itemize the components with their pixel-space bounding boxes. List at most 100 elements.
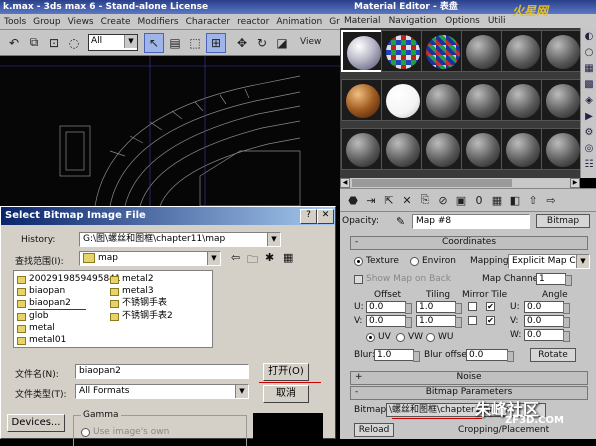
v-offset-spinner[interactable]: 0.0 (366, 315, 412, 328)
material-slot[interactable] (421, 30, 463, 72)
perspective-viewport[interactable] (0, 56, 340, 206)
slots-scrollbar[interactable]: ◀ ▶ (340, 178, 580, 188)
cancel-button[interactable]: 取消 (263, 385, 309, 403)
help-icon[interactable]: ? (300, 209, 317, 224)
bitmap-parameters-rollout-header[interactable]: - Bitmap Parameters (350, 386, 588, 400)
material-slot[interactable] (541, 128, 583, 170)
options-icon[interactable]: ⚙ (582, 126, 596, 140)
reference-coordinate-dropdown[interactable]: View (296, 35, 340, 49)
menu-modifiers[interactable]: Modifiers (138, 17, 179, 27)
material-slot[interactable] (341, 79, 383, 121)
menu-reactor[interactable]: reactor (237, 17, 269, 27)
me-menu-options[interactable]: Options (445, 16, 480, 26)
scroll-right-icon[interactable]: ▶ (570, 178, 580, 188)
link-icon[interactable]: ⧉ (25, 34, 43, 52)
material-effects-channel-icon[interactable]: 0 (471, 191, 487, 209)
material-slot[interactable] (341, 30, 383, 72)
up-folder-icon[interactable]: 🗀 (247, 251, 258, 270)
bind-space-warp-icon[interactable]: ◌ (65, 34, 83, 52)
material-slot[interactable] (341, 128, 383, 170)
scale-icon[interactable]: ◪ (273, 34, 291, 52)
vw-radio[interactable] (396, 333, 405, 342)
history-dropdown[interactable]: G:\图\螺丝和图框\chapter11\map ▼ (79, 232, 281, 247)
mapping-dropdown[interactable]: Explicit Map Channel▼ (508, 254, 590, 269)
map-channel-spinner[interactable]: 1 (536, 273, 572, 286)
close-icon[interactable]: ✕ (317, 209, 334, 224)
material-slot[interactable] (461, 30, 503, 72)
file-type-dropdown[interactable]: All Formats ▼ (75, 384, 249, 399)
backlight-icon[interactable]: ○ (582, 46, 596, 60)
scroll-left-icon[interactable]: ◀ (340, 178, 350, 188)
scroll-thumb[interactable] (352, 179, 512, 187)
unlink-icon[interactable]: ⊡ (45, 34, 63, 52)
u-angle-spinner[interactable]: 0.0 (524, 301, 570, 314)
me-menu-utilities[interactable]: Utili (488, 16, 506, 26)
material-slot[interactable] (501, 79, 543, 121)
assign-material-icon[interactable]: ⇱ (381, 191, 397, 209)
background-icon[interactable]: ▦ (582, 62, 596, 76)
material-slot[interactable] (381, 79, 423, 121)
go-forward-to-sibling-icon[interactable]: ⇨ (543, 191, 559, 209)
get-material-icon[interactable]: ⬣ (345, 191, 361, 209)
material-slot[interactable] (421, 128, 463, 170)
new-folder-icon[interactable]: ✱ (265, 251, 274, 264)
list-item[interactable]: metal2 (110, 274, 154, 285)
u-offset-spinner[interactable]: 0.0 (366, 301, 412, 314)
list-item[interactable]: 不锈钢手表 (110, 298, 167, 309)
list-item[interactable]: metal (17, 323, 55, 334)
undo-icon[interactable]: ↶ (5, 34, 23, 52)
menu-group[interactable]: Group (33, 17, 60, 27)
put-to-library-icon[interactable]: ▣ (453, 191, 469, 209)
material-slot[interactable] (461, 128, 503, 170)
rotate-button[interactable]: Rotate (530, 348, 576, 362)
v-tile-checkbox[interactable]: ✔ (486, 316, 495, 325)
show-map-on-back-checkbox[interactable] (354, 275, 363, 284)
list-item[interactable]: 不锈钢手表2 (110, 311, 173, 322)
select-by-material-icon[interactable]: ◎ (582, 142, 596, 156)
uv-radio[interactable] (366, 333, 375, 342)
material-slot[interactable] (381, 30, 423, 72)
coordinates-rollout-header[interactable]: - Coordinates (350, 236, 588, 250)
back-icon[interactable]: ⇦ (231, 251, 240, 264)
environ-radio[interactable] (410, 257, 419, 266)
file-name-input[interactable]: biaopan2 (75, 364, 249, 379)
selection-filter-dropdown[interactable]: All ▼ (88, 34, 138, 51)
menu-create[interactable]: Create (101, 17, 131, 27)
reset-map-icon[interactable]: ✕ (399, 191, 415, 209)
file-list[interactable]: 2002919859495841 biaopan biaopan2 glob m… (13, 270, 213, 348)
make-unique-icon[interactable]: ⊘ (435, 191, 451, 209)
material-navigator-icon[interactable]: ☷ (582, 158, 596, 172)
video-color-check-icon[interactable]: ◈ (582, 94, 596, 108)
noise-rollout-header[interactable]: + Noise (350, 371, 588, 385)
gamma-own-radio[interactable] (81, 428, 90, 437)
move-icon[interactable]: ✥ (233, 34, 251, 52)
reload-button[interactable]: Reload (354, 423, 394, 437)
uv-tiling-icon[interactable]: ▩ (582, 78, 596, 92)
v-angle-spinner[interactable]: 0.0 (524, 315, 570, 328)
v-tiling-spinner[interactable]: 1.0 (416, 315, 462, 328)
menu-graph[interactable]: Grap (329, 17, 340, 27)
u-tile-checkbox[interactable]: ✔ (486, 302, 495, 311)
menu-animation[interactable]: Animation (276, 17, 322, 27)
menu-tools[interactable]: Tools (4, 17, 26, 27)
material-slot[interactable] (421, 79, 463, 121)
material-slot[interactable] (541, 30, 583, 72)
material-slot[interactable] (541, 79, 583, 121)
material-slot[interactable] (501, 30, 543, 72)
u-tiling-spinner[interactable]: 1.0 (416, 301, 462, 314)
blur-offset-spinner[interactable]: 0.0 (466, 349, 514, 362)
wu-radio[interactable] (426, 333, 435, 342)
window-crossing-icon[interactable]: ⊞ (206, 32, 226, 53)
material-slot[interactable] (381, 128, 423, 170)
map-name-field[interactable]: Map #8 (412, 214, 530, 229)
put-to-scene-icon[interactable]: ⇥ (363, 191, 379, 209)
me-menu-material[interactable]: Material (344, 16, 381, 26)
list-item[interactable]: metal3 (110, 286, 154, 297)
eyedropper-icon[interactable]: ✎ (396, 215, 405, 228)
make-preview-icon[interactable]: ▶ (582, 110, 596, 124)
copy-material-icon[interactable]: ⎘ (417, 191, 433, 209)
list-item[interactable]: glob (17, 311, 48, 322)
rectangular-selection-icon[interactable]: ⬚ (186, 34, 204, 52)
material-slot[interactable] (501, 128, 543, 170)
list-item[interactable]: 2002919859495841 (17, 274, 121, 285)
